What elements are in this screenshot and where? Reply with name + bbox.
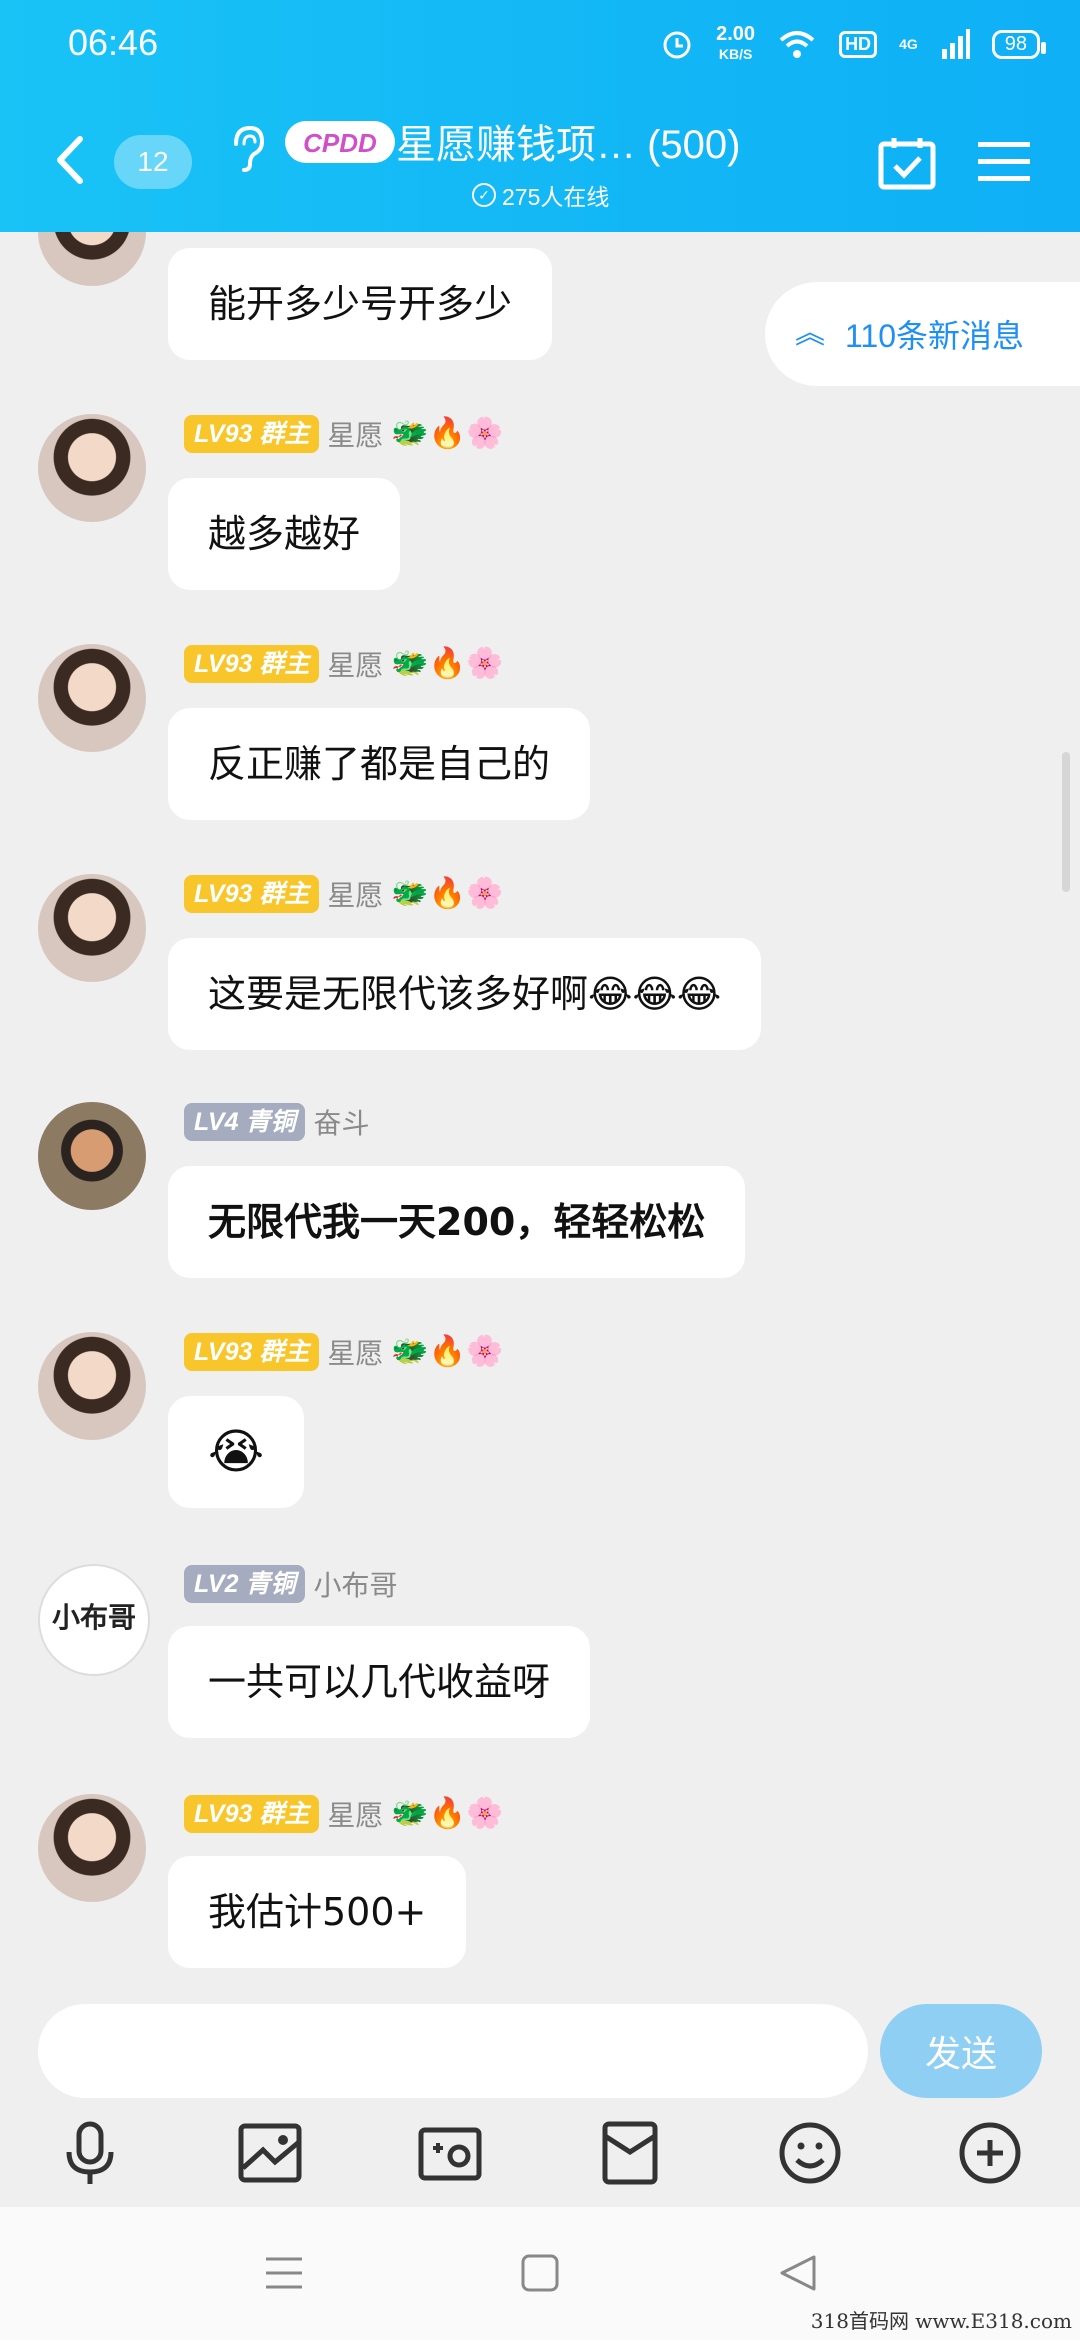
alarm-icon (663, 31, 691, 59)
calendar-check-icon[interactable] (878, 136, 936, 190)
message-bubble[interactable]: 反正赚了都是自己的 (168, 708, 591, 820)
signal-icon (941, 29, 970, 59)
sender-name[interactable]: 星愿 (327, 874, 383, 914)
message-meta: LV93 群主 星愿 🐲🔥🌸 (184, 412, 503, 456)
send-button[interactable]: 发送 (880, 2004, 1042, 2098)
scrollbar[interactable] (1062, 752, 1070, 892)
sender-name[interactable]: 星愿 (327, 414, 383, 454)
chat-header: 06:46 2.00 KB/S HD 4G 98 12 CPDD 星愿赚钱项… (… (0, 0, 1080, 232)
new-messages-label: 110条新消息 (845, 318, 1025, 354)
medal-icons: 🐲🔥🌸 (391, 1335, 504, 1368)
online-check-icon: ✓ (472, 183, 496, 207)
level-badge: LV93 群主 (184, 1795, 320, 1833)
message-bubble[interactable]: 一共可以几代收益呀 (168, 1626, 591, 1738)
level-badge: LV4 青铜 (184, 1103, 306, 1141)
unread-count-badge[interactable]: 12 (114, 135, 192, 189)
ear-icon[interactable] (226, 124, 266, 174)
message-bubble[interactable]: 能开多少号开多少 (168, 248, 553, 360)
double-chevron-up-icon: ︽ (795, 317, 825, 350)
message-bubble[interactable]: 😭 (168, 1396, 305, 1508)
level-badge: LV93 群主 (184, 1333, 320, 1371)
recents-menu-icon[interactable] (262, 2251, 306, 2295)
input-toolbar (0, 2118, 1080, 2198)
emoji-icon[interactable] (775, 2118, 845, 2188)
group-title[interactable]: 星愿赚钱项… (500) (396, 112, 741, 170)
medal-icons: 🐲🔥🌸 (391, 647, 504, 680)
red-packet-icon[interactable] (595, 2118, 665, 2188)
avatar[interactable] (38, 1794, 146, 1902)
online-count: 275人在线 (502, 184, 610, 210)
camera-icon[interactable] (415, 2118, 485, 2188)
picture-icon[interactable] (235, 2118, 305, 2188)
avatar[interactable] (38, 874, 146, 982)
avatar[interactable] (38, 414, 146, 522)
home-square-icon[interactable] (518, 2251, 562, 2295)
battery-indicator: 98 (991, 29, 1047, 59)
new-messages-button[interactable]: ︽ 110条新消息 (765, 282, 1080, 386)
message-list[interactable]: 能开多少号开多少 LV93 群主 星愿 🐲🔥🌸 越多越好 LV93 群主 星愿 … (0, 232, 1080, 1982)
sender-name[interactable]: 星愿 (327, 1794, 383, 1834)
svg-text:CPDD: CPDD (303, 128, 377, 158)
avatar[interactable] (38, 1332, 146, 1440)
plus-icon[interactable] (955, 2118, 1025, 2188)
wifi-icon (779, 31, 815, 58)
group-logo: CPDD (285, 121, 395, 163)
message-input[interactable] (38, 2004, 868, 2098)
message-meta: LV93 群主 星愿 🐲🔥🌸 (184, 642, 503, 686)
hd-icon: HD (839, 30, 878, 58)
avatar[interactable] (38, 232, 146, 286)
avatar[interactable]: 小布哥 (38, 1564, 150, 1676)
medal-icons: 🐲🔥🌸 (391, 877, 504, 910)
watermark: 318首码网 www.E318.com (810, 2309, 1072, 2333)
level-badge: LV93 群主 (184, 645, 320, 683)
back-triangle-icon[interactable] (776, 2251, 820, 2295)
message-bubble[interactable]: 越多越好 (168, 478, 401, 590)
medal-icons: 🐲🔥🌸 (391, 1797, 504, 1830)
message-bubble[interactable]: 无限代我一天200，轻轻松松 (168, 1166, 746, 1278)
network-speed: 2.00 KB/S (716, 23, 756, 62)
message-meta: LV93 群主 星愿 🐲🔥🌸 (184, 1330, 503, 1374)
microphone-icon[interactable] (55, 2118, 125, 2188)
message-meta: LV93 群主 星愿 🐲🔥🌸 (184, 872, 503, 916)
message-meta: LV4 青铜 奋斗 (184, 1100, 369, 1144)
sender-name[interactable]: 奋斗 (313, 1102, 369, 1142)
status-bar: 06:46 2.00 KB/S HD 4G 98 (0, 0, 1080, 90)
message-meta: LV2 青铜 小布哥 (184, 1562, 397, 1606)
sender-name[interactable]: 星愿 (327, 644, 383, 684)
sender-name[interactable]: 星愿 (327, 1332, 383, 1372)
level-badge: LV2 青铜 (184, 1565, 306, 1603)
sender-name[interactable]: 小布哥 (313, 1564, 397, 1604)
message-meta: LV93 群主 星愿 🐲🔥🌸 (184, 1792, 503, 1836)
online-status: ✓ 275人在线 (472, 178, 609, 212)
level-badge: LV93 群主 (184, 415, 320, 453)
back-arrow-icon[interactable] (50, 135, 90, 185)
message-bubble[interactable]: 这要是无限代该多好啊😂😂😂 (168, 938, 762, 1050)
medal-icons: 🐲🔥🌸 (391, 417, 504, 450)
network-type: 4G (899, 36, 918, 52)
input-bar: 发送 (0, 1982, 1080, 2207)
status-icons: 2.00 KB/S HD 4G 98 (660, 23, 1047, 64)
message-bubble[interactable]: 我估计500+ (168, 1856, 467, 1968)
avatar[interactable] (38, 1102, 146, 1210)
avatar[interactable] (38, 644, 146, 752)
system-nav-bar: 318首码网 www.E318.com (0, 2207, 1080, 2340)
level-badge: LV93 群主 (184, 875, 320, 913)
status-time: 06:46 (68, 22, 159, 63)
menu-icon[interactable] (978, 140, 1030, 184)
